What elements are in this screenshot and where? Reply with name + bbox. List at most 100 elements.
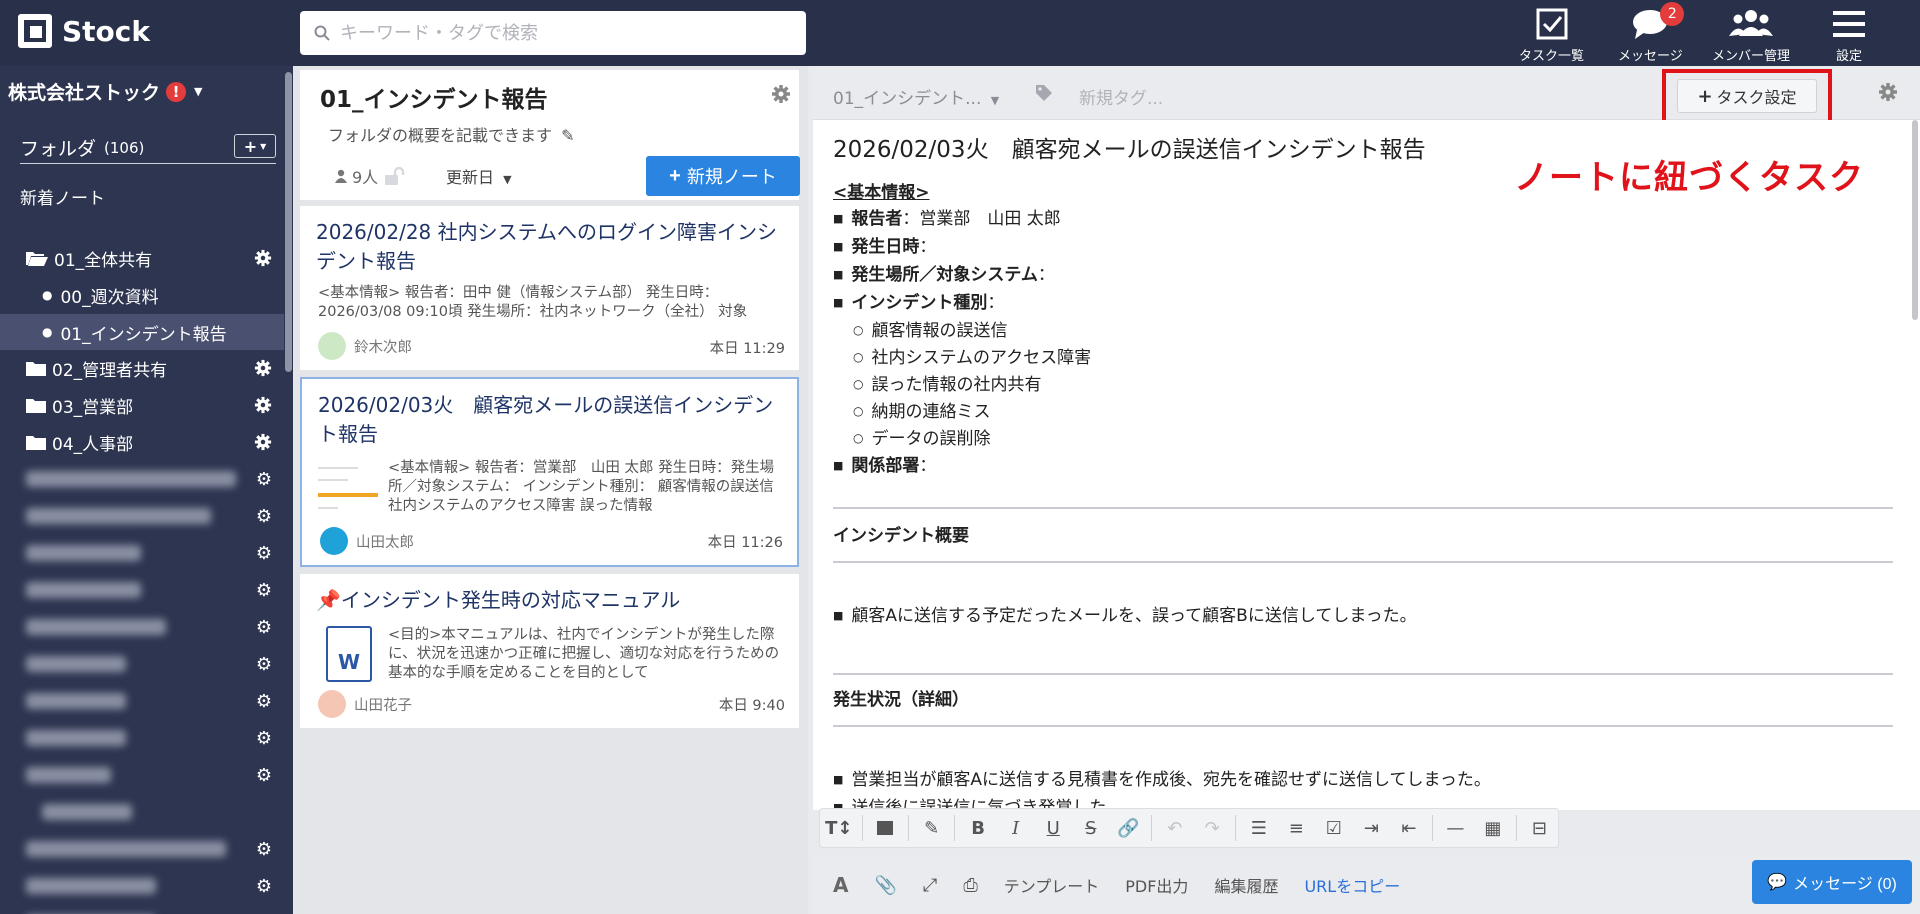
gear-icon[interactable]: ⚙: [256, 839, 272, 860]
gear-icon[interactable]: ⚙: [256, 765, 272, 786]
divider: [833, 673, 1893, 675]
task-highlight-box: + タスク設定: [1662, 69, 1832, 125]
new-notes-link[interactable]: 新着ノート: [20, 184, 105, 209]
link-icon[interactable]: 🔗: [1110, 808, 1148, 848]
sidebar-item-blurred[interactable]: ⚙: [0, 757, 284, 793]
sidebar-item-hr[interactable]: 04_人事部: [0, 424, 284, 460]
note-editor[interactable]: 2026/02/03火 顧客宛メールの誤送信インシデント報告 <基本情報> 報告…: [813, 120, 1910, 810]
task-settings-button[interactable]: + タスク設定: [1677, 79, 1817, 113]
edit-history-link[interactable]: 編集履歴: [1214, 873, 1278, 897]
editor-scrollbar[interactable]: [1910, 120, 1920, 810]
italic-icon[interactable]: I: [997, 808, 1035, 848]
sidebar-item-blurred[interactable]: ⚙: [0, 461, 284, 497]
scrollbar-thumb[interactable]: [285, 72, 292, 372]
nav-settings[interactable]: 設定: [1833, 6, 1865, 64]
search-input[interactable]: [340, 22, 780, 44]
text-color-icon[interactable]: [866, 808, 904, 848]
sidebar-item-admin[interactable]: 02_管理者共有: [0, 350, 284, 386]
add-folder-button[interactable]: + ▼: [234, 134, 276, 158]
sidebar-item-blurred[interactable]: ⚙: [0, 868, 284, 904]
company-selector[interactable]: 株式会社ストック ! ▼: [8, 78, 202, 105]
sidebar-item-blurred[interactable]: ⚙: [0, 683, 284, 719]
gear-icon[interactable]: ⚙: [256, 580, 272, 601]
indent-icon[interactable]: ⇥: [1353, 808, 1391, 848]
sidebar-item-blurred[interactable]: ⚙: [0, 905, 284, 914]
gear-icon[interactable]: [771, 84, 791, 104]
note-body[interactable]: <基本情報> 報告者：営業部 山田 太郎 発生日時： 発生場所／対象システム： …: [833, 180, 1893, 810]
logo-text: Stock: [62, 14, 151, 48]
print-icon[interactable]: ⎙: [963, 875, 977, 896]
gear-icon[interactable]: ⚙: [256, 469, 272, 490]
gear-icon[interactable]: [254, 433, 272, 451]
redo-icon[interactable]: ↷: [1194, 808, 1232, 848]
list-item: インシデント種別：: [833, 290, 1893, 318]
note-card-selected[interactable]: 2026/02/03火 顧客宛メールの誤送信インシデント報告 <基本情報> 報告…: [300, 377, 799, 567]
sidebar-item-blurred[interactable]: ⚙: [0, 535, 284, 571]
horizontal-rule-icon[interactable]: —: [1437, 808, 1475, 848]
sidebar-item-incident[interactable]: ● 01_インシデント報告: [0, 314, 284, 350]
message-button[interactable]: 💬 メッセージ (0): [1752, 860, 1912, 904]
sidebar-item-blurred[interactable]: ⚙: [0, 498, 284, 534]
scrollbar-thumb[interactable]: [1912, 120, 1918, 320]
sidebar-item-blurred[interactable]: ⚙: [0, 720, 284, 756]
gear-icon[interactable]: ⚙: [256, 506, 272, 527]
members-count[interactable]: 9人: [334, 164, 406, 188]
sidebar-item-blurred[interactable]: ⚙: [0, 646, 284, 682]
collapse-icon[interactable]: ⊟: [1521, 808, 1559, 848]
bold-icon[interactable]: B: [959, 808, 997, 848]
company-name: 株式会社ストック: [8, 82, 161, 104]
gear-icon[interactable]: [254, 359, 272, 377]
sidebar-item-weekly[interactable]: ● 00_週次資料: [0, 277, 284, 313]
highlight-icon[interactable]: ✎: [913, 808, 951, 848]
sidebar-item-zentai[interactable]: 01_全体共有: [0, 240, 284, 276]
sidebar-item-blurred[interactable]: [0, 794, 284, 830]
copy-url-link[interactable]: URLをコピー: [1304, 873, 1400, 897]
sidebar-item-blurred[interactable]: ⚙: [0, 572, 284, 608]
search-box[interactable]: [300, 11, 806, 55]
nav-messages[interactable]: 2 メッセージ: [1618, 2, 1685, 64]
gear-icon[interactable]: [1878, 82, 1898, 102]
outdent-icon[interactable]: ⇤: [1390, 808, 1428, 848]
new-tag-input[interactable]: 新規タグ...: [1079, 84, 1163, 109]
sidebar-item-sales[interactable]: 03_営業部: [0, 387, 284, 423]
sidebar-item-blurred[interactable]: ⚙: [0, 609, 284, 645]
text-size-icon[interactable]: T↕: [820, 808, 858, 848]
note-title[interactable]: 2026/02/03火 顧客宛メールの誤送信インシデント報告: [833, 130, 1426, 164]
sidebar-item-label: 02_管理者共有: [52, 360, 168, 381]
numbered-list-icon[interactable]: ≡: [1278, 808, 1316, 848]
sort-dropdown[interactable]: 更新日 ▼: [446, 164, 512, 188]
note-card[interactable]: 📌インシデント発生時の対応マニュアル W <目的>本マニュアルは、社内でインシデ…: [300, 574, 799, 728]
sidebar-scrollbar[interactable]: [284, 66, 293, 914]
gear-icon[interactable]: [254, 249, 272, 267]
pdf-export-link[interactable]: PDF出力: [1125, 873, 1188, 897]
gear-icon[interactable]: [254, 396, 272, 414]
gear-icon[interactable]: ⚙: [256, 617, 272, 638]
bullet-icon: ●: [42, 325, 53, 339]
underline-icon[interactable]: U: [1034, 808, 1072, 848]
detail-list: 営業担当が顧客Aに送信する見積書を作成後、宛先を確認せずに送信してしまった。 送…: [833, 767, 1893, 810]
undo-icon[interactable]: ↶: [1156, 808, 1194, 848]
gear-icon[interactable]: ⚙: [256, 876, 272, 897]
nav-task-list[interactable]: タスク一覧: [1519, 6, 1584, 64]
caret-down-icon: ▼: [990, 94, 1000, 107]
gear-icon[interactable]: ⚙: [256, 654, 272, 675]
expand-icon[interactable]: ⤢: [923, 875, 937, 896]
attachment-icon[interactable]: 📎: [874, 875, 896, 896]
gear-icon[interactable]: ⚙: [256, 728, 272, 749]
app-logo[interactable]: Stock: [18, 14, 150, 48]
gear-icon[interactable]: ⚙: [256, 543, 272, 564]
folder-breadcrumb[interactable]: 01_インシデント... ▼: [833, 84, 999, 109]
folder-description[interactable]: フォルダの概要を記載できます ✎: [328, 122, 575, 146]
bullet-list-icon[interactable]: ☰: [1240, 808, 1278, 848]
strikethrough-icon[interactable]: S: [1072, 808, 1110, 848]
checklist-icon[interactable]: ☑: [1315, 808, 1353, 848]
message-button-label: メッセージ (0): [1793, 876, 1897, 893]
template-link[interactable]: テンプレート: [1004, 873, 1100, 897]
nav-members[interactable]: メンバー管理: [1712, 6, 1790, 64]
note-card[interactable]: 2026/02/28 社内システムへのログイン障害インシデント報告 <基本情報>…: [300, 206, 799, 370]
new-note-button[interactable]: + 新規ノート: [646, 156, 800, 196]
sidebar-item-blurred[interactable]: ⚙: [0, 831, 284, 867]
font-icon[interactable]: A: [833, 873, 848, 897]
gear-icon[interactable]: ⚙: [256, 691, 272, 712]
table-icon[interactable]: ▦: [1474, 808, 1512, 848]
